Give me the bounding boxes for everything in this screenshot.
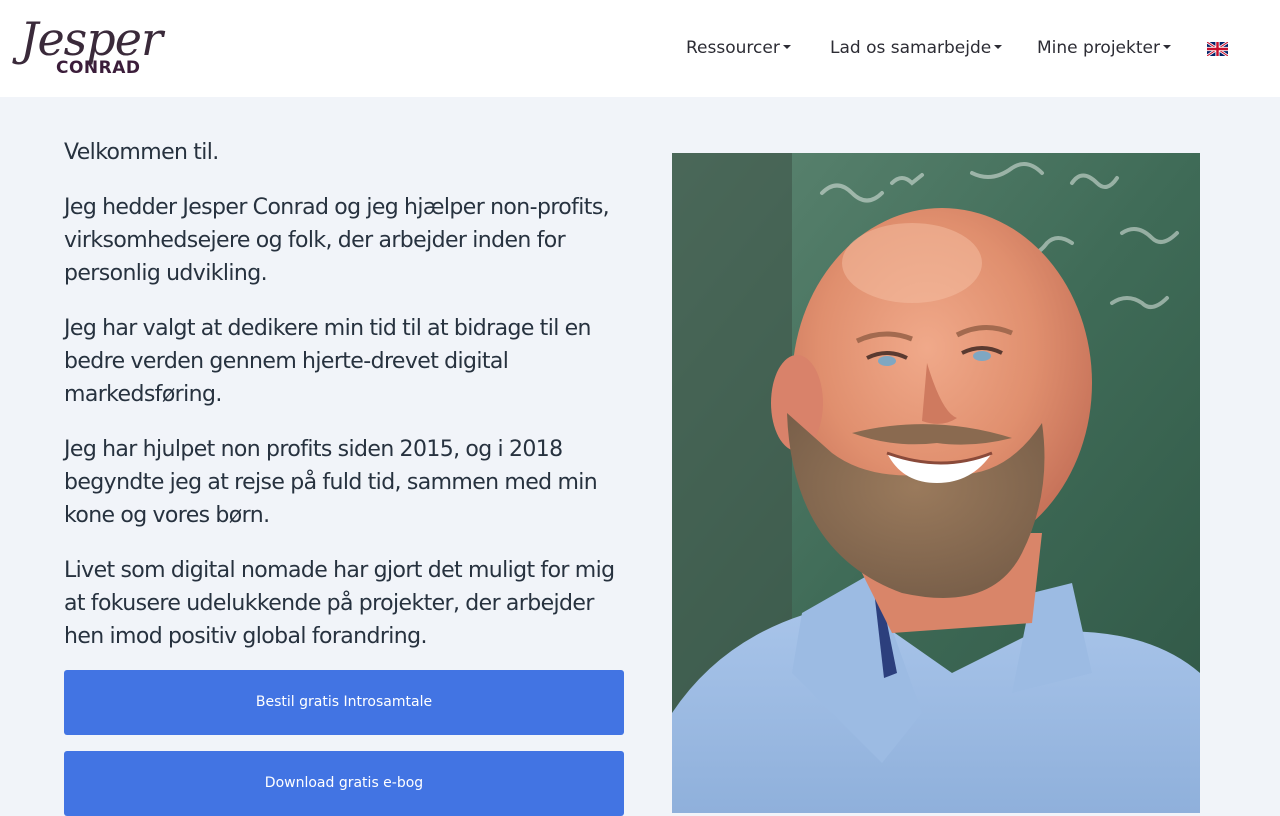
site-logo[interactable]: Jesper CONRAD bbox=[20, 12, 163, 82]
nomad-paragraph: Livet som digital nomade har gjort det m… bbox=[64, 558, 615, 649]
nav-item-lad-os-samarbejde[interactable]: Lad os samarbejde bbox=[830, 36, 1003, 60]
chevron-down-icon bbox=[1162, 45, 1171, 49]
nav-item-ressourcer[interactable]: Ressourcer bbox=[686, 36, 791, 60]
nav-item-mine-projekter[interactable]: Mine projekter bbox=[1037, 36, 1171, 60]
welcome-heading: Velkommen til. bbox=[64, 140, 219, 165]
uk-flag-icon[interactable] bbox=[1207, 42, 1228, 56]
download-ebook-button[interactable]: Download gratis e-bog bbox=[64, 751, 624, 816]
portrait-photo bbox=[672, 153, 1200, 813]
intro-text-column: Velkommen til. Jeg hedder Jesper Conrad … bbox=[64, 136, 624, 675]
intro-paragraph: Jeg hedder Jesper Conrad og jeg hjælper … bbox=[64, 195, 610, 286]
book-intro-call-button[interactable]: Bestil gratis Introsamtale bbox=[64, 670, 624, 735]
chevron-down-icon bbox=[994, 45, 1003, 49]
chevron-down-icon bbox=[782, 45, 791, 49]
nav-label: Mine projekter bbox=[1037, 38, 1160, 58]
mission-paragraph: Jeg har valgt at dedikere min tid til at… bbox=[64, 316, 592, 407]
portrait-illustration bbox=[672, 153, 1200, 813]
nav-label: Ressourcer bbox=[686, 38, 780, 58]
site-header: Jesper CONRAD Ressourcer Lad os samarbej… bbox=[0, 0, 1280, 97]
logo-bold-text: CONRAD bbox=[56, 58, 141, 78]
history-paragraph: Jeg har hjulpet non profits siden 2015, … bbox=[64, 437, 598, 528]
nav-label: Lad os samarbejde bbox=[830, 38, 992, 58]
